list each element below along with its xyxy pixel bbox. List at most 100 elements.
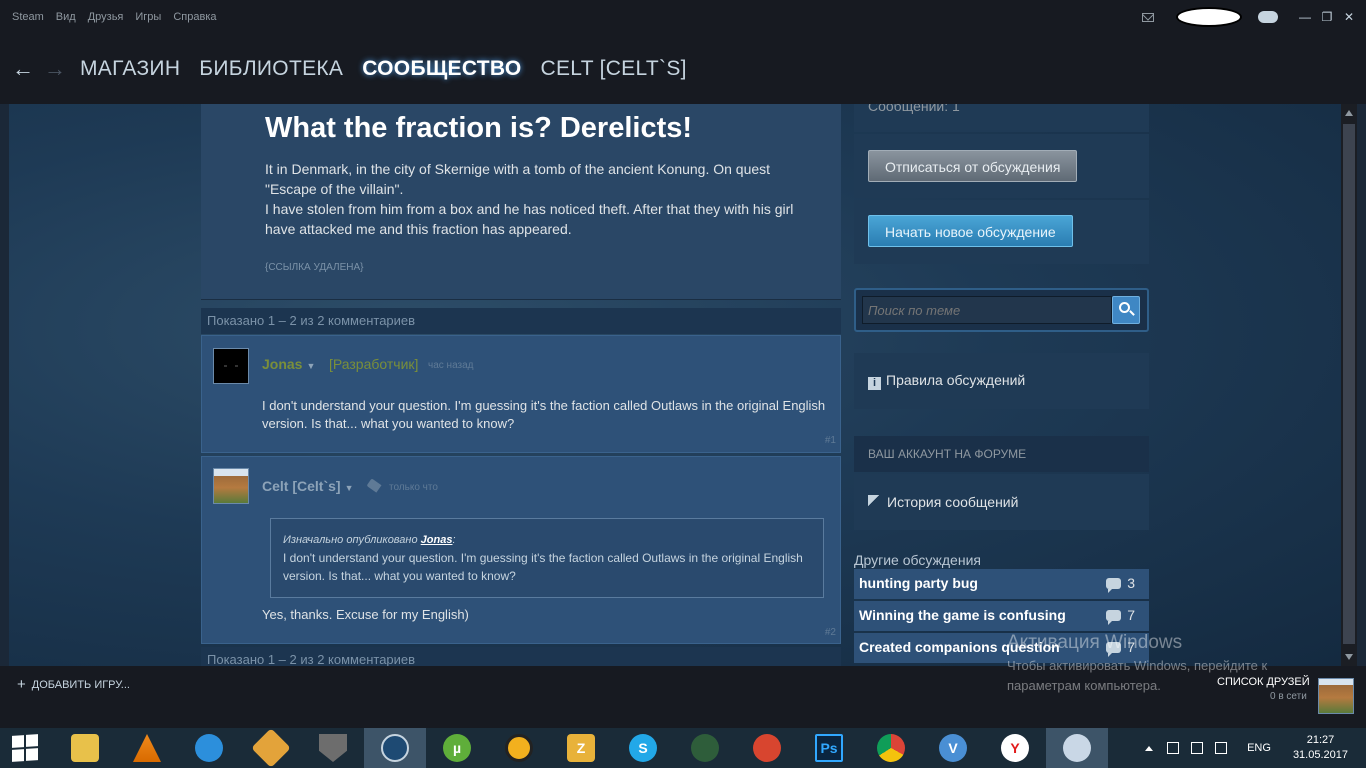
clock[interactable]: 21:27 31.05.2017 xyxy=(1293,733,1348,763)
taskbar-world-of-tanks[interactable] xyxy=(302,728,364,768)
comment-time: час назад xyxy=(428,360,474,371)
skype-icon: S xyxy=(629,734,657,762)
comment-2: Celt [Celt`s] ▼ только что Изначально опу… xyxy=(201,456,841,644)
rules-panel: i Правила обсуждений xyxy=(854,353,1149,409)
windows-activation-watermark: Активация Windows Чтобы активировать Win… xyxy=(1007,632,1327,696)
avatar-celt[interactable] xyxy=(213,468,249,504)
history-icon xyxy=(868,495,882,509)
folder-icon xyxy=(71,734,99,762)
reply-count: 3 xyxy=(1106,569,1135,597)
menu-steam[interactable]: Steam xyxy=(12,11,44,23)
info-icon: i xyxy=(868,377,881,390)
z-icon: Z xyxy=(567,734,595,762)
taskbar-utorrent[interactable]: µ xyxy=(426,728,488,768)
nav-profile[interactable]: CELT [CELT`S] xyxy=(541,57,687,81)
menu-view[interactable]: Вид xyxy=(56,11,76,23)
rules-link[interactable]: i Правила обсуждений xyxy=(868,372,1025,390)
comment-author[interactable]: Jonas ▼ xyxy=(262,356,315,372)
search-icon[interactable] xyxy=(1112,296,1140,324)
nav-store[interactable]: МАГАЗИН xyxy=(80,57,180,81)
scroll-up-arrow-icon[interactable] xyxy=(1345,110,1353,116)
watermark-title: Активация Windows xyxy=(1007,632,1183,653)
scroll-down-arrow-icon[interactable] xyxy=(1345,654,1353,660)
tanks-icon xyxy=(319,734,347,762)
minimize-button[interactable]: — xyxy=(1294,0,1316,34)
system-tray: ENG 21:27 31.05.2017 xyxy=(1145,728,1366,768)
comments-count-top: Показано 1 – 2 из 2 комментариев xyxy=(201,308,841,334)
search-input[interactable] xyxy=(862,296,1112,324)
language-indicator[interactable]: ENG xyxy=(1247,742,1271,754)
unsubscribe-button[interactable]: Отписаться от обсуждения xyxy=(868,150,1078,182)
chrome-icon xyxy=(877,734,905,762)
account-heading: ВАШ АККАУНТ НА ФОРУМЕ xyxy=(868,447,1027,461)
history-link[interactable]: История сообщений xyxy=(868,494,1018,510)
titlebar-controls: — ❐ ✕ xyxy=(1142,0,1366,34)
comment-text: Yes, thanks. Excuse for my English) xyxy=(262,607,469,622)
windows-taskbar: µ Z S Ps V Y ENG 21:27 31.05.2017 xyxy=(0,728,1366,768)
account-name-redacted[interactable] xyxy=(1176,7,1242,27)
game-icon xyxy=(251,728,291,768)
taskbar-explorer[interactable] xyxy=(54,728,116,768)
scroll-thumb[interactable] xyxy=(1343,124,1355,644)
comment-author[interactable]: Celt [Celt`s] ▼ xyxy=(262,478,353,494)
vlc-icon xyxy=(133,734,161,762)
comment-number[interactable]: #2 xyxy=(825,627,836,638)
paint-icon xyxy=(1063,734,1091,762)
nav-community[interactable]: СООБЩЕСТВО xyxy=(362,57,521,81)
taskbar-z-app[interactable]: Z xyxy=(550,728,612,768)
maximize-button[interactable]: ❐ xyxy=(1316,0,1338,34)
steam-titlebar: Steam Вид Друзья Игры Справка — ❐ ✕ xyxy=(0,0,1366,34)
subscribe-panel: Отписаться от обсуждения xyxy=(854,134,1149,198)
nav-library[interactable]: БИБЛИОТЕКА xyxy=(199,57,343,81)
new-discussion-button[interactable]: Начать новое обсуждение xyxy=(868,215,1073,247)
page-scrollbar[interactable] xyxy=(1341,104,1357,666)
taskbar-sync[interactable] xyxy=(178,728,240,768)
taskbar-vlc[interactable] xyxy=(116,728,178,768)
taskbar-aimp[interactable] xyxy=(488,728,550,768)
windows-start-icon[interactable] xyxy=(12,734,38,762)
back-arrow-icon[interactable]: ← xyxy=(12,56,34,82)
new-discussion-panel: Начать новое обсуждение xyxy=(854,200,1149,264)
chevron-down-icon[interactable]: ▼ xyxy=(345,483,354,493)
taskbar-yandex[interactable]: Y xyxy=(984,728,1046,768)
avatar-jonas[interactable] xyxy=(213,348,249,384)
big-picture-icon[interactable] xyxy=(1258,11,1278,23)
notifications-icon[interactable] xyxy=(1142,12,1154,22)
taskbar-vk[interactable]: V xyxy=(922,728,984,768)
tag-icon xyxy=(366,478,382,493)
taskbar-chrome[interactable] xyxy=(860,728,922,768)
network-icon[interactable] xyxy=(1191,742,1204,754)
messages-panel: Сообщений: 1 xyxy=(854,104,1149,132)
taskbar-paint[interactable] xyxy=(1046,728,1108,768)
menu-games[interactable]: Игры xyxy=(135,11,161,23)
comment-bubble-icon xyxy=(1106,578,1122,593)
quoted-post: Изначально опубликовано Jonas: I don't u… xyxy=(270,518,824,598)
post-title: What the fraction is? Derelicts! xyxy=(265,112,693,144)
power-icon[interactable] xyxy=(1167,742,1180,754)
original-post: What the fraction is? Derelicts! It in D… xyxy=(201,104,841,300)
taskbar-ccleaner[interactable] xyxy=(736,728,798,768)
utorrent-icon: µ xyxy=(443,734,471,762)
comment-text: I don't understand your question. I'm gu… xyxy=(262,398,826,431)
taskbar-media[interactable] xyxy=(674,728,736,768)
other-discussion-item[interactable]: hunting party bug 3 xyxy=(854,569,1149,599)
taskbar-steam[interactable] xyxy=(364,728,426,768)
volume-icon[interactable] xyxy=(1215,742,1228,754)
menu-help[interactable]: Справка xyxy=(173,11,216,23)
taskbar-game[interactable] xyxy=(240,728,302,768)
topic-search xyxy=(854,288,1149,332)
menu-friends[interactable]: Друзья xyxy=(88,11,124,23)
vk-icon: V xyxy=(939,734,967,762)
forward-arrow-icon[interactable]: → xyxy=(44,56,66,82)
comment-number[interactable]: #1 xyxy=(825,435,836,446)
taskbar-skype[interactable]: S xyxy=(612,728,674,768)
chevron-down-icon[interactable]: ▼ xyxy=(306,361,315,371)
close-button[interactable]: ✕ xyxy=(1338,0,1360,34)
taskbar-photoshop[interactable]: Ps xyxy=(798,728,860,768)
post-body: It in Denmark, in the city of Skernige w… xyxy=(265,161,794,237)
other-discussion-item[interactable]: Winning the game is confusing 7 xyxy=(854,601,1149,631)
messages-count: Сообщений: 1 xyxy=(868,104,960,114)
quote-author-link[interactable]: Jonas xyxy=(421,534,453,546)
add-game-button[interactable]: + ДОБАВИТЬ ИГРУ... xyxy=(17,676,130,693)
tray-expand-icon[interactable] xyxy=(1145,745,1154,751)
